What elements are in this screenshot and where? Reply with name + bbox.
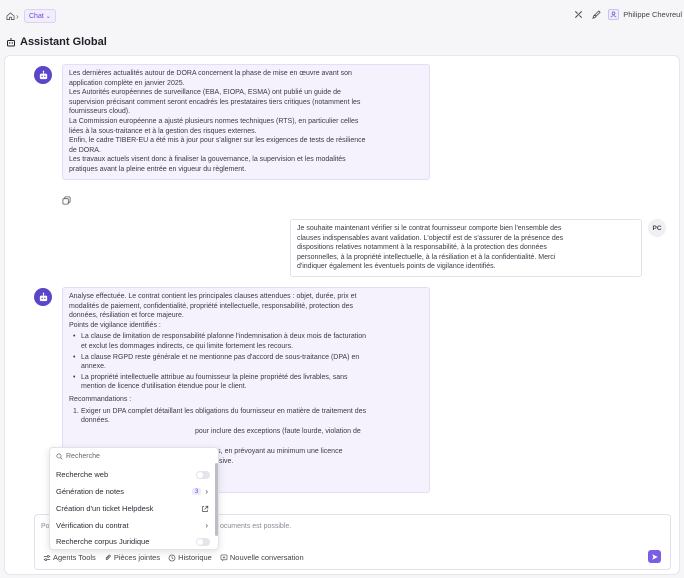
menu-item-notes[interactable]: Génération de notes 3 › — [56, 484, 214, 499]
history-button[interactable]: Historique — [168, 553, 212, 562]
tools-icon[interactable] — [572, 8, 584, 20]
send-button[interactable] — [648, 550, 661, 563]
sliders-icon — [43, 554, 51, 561]
message-line: supervision précisant comment seront enc… — [69, 98, 361, 106]
message-line: fournisseurs cloud). — [69, 108, 131, 116]
reco-item: 1. Exiger un DPA complet détaillant les o… — [73, 407, 423, 426]
menu-item-helpdesk[interactable]: Création d'un ticket Helpdesk — [56, 501, 214, 516]
reco-number: 1. — [73, 407, 79, 415]
user-menu[interactable]: Philippe Chevreul — [608, 8, 684, 20]
menu-search-placeholder: Recherche — [66, 453, 100, 460]
vigilance-line: et exclut les dommages indirects, ce qui… — [81, 342, 294, 350]
chevron-down-icon: ⌄ — [45, 13, 51, 20]
user-avatar: PC — [648, 219, 666, 237]
vigilance-line: annexe. — [81, 363, 106, 371]
page-title: Assistant Global — [20, 36, 107, 48]
message-line: Les travaux actuels visent donc à finali… — [69, 156, 346, 164]
copy-icon[interactable] — [62, 196, 71, 205]
agents-tools-label: Agents Tools — [53, 553, 96, 562]
reco-item-2-partial: pour inclure des exceptions (faute lourd… — [195, 427, 361, 435]
page-title-row: Assistant Global — [6, 36, 107, 48]
user-avatar-icon — [608, 8, 620, 20]
new-conversation-label: Nouvelle conversation — [229, 553, 304, 562]
menu-item-label: Recherche web — [56, 470, 109, 479]
chevron-right-icon: › — [205, 521, 208, 530]
count-badge: 3 — [191, 488, 202, 495]
user-name: Philippe Chevreul — [623, 9, 682, 19]
menu-item-label: Vérification du contrat — [56, 521, 129, 530]
agents-tools-menu: Recherche Recherche web Génération de no… — [49, 447, 219, 550]
external-link-icon — [202, 505, 209, 512]
message-line: pratiques avant la pleine entrée en vigu… — [69, 165, 247, 173]
message-line: modalités de paiement, confidentialité, … — [69, 302, 354, 310]
chevron-right-icon: › — [205, 487, 208, 496]
reco-title: Recommandations : — [69, 395, 132, 403]
menu-item-label: Recherche corpus Juridique — [56, 537, 150, 546]
menu-item-label: Création d'un ticket Helpdesk — [56, 504, 154, 513]
history-icon — [168, 554, 176, 561]
vigilance-item: La clause RGPD reste générale et ne ment… — [73, 353, 423, 372]
message-line: données, résiliation et force majeure. — [69, 312, 184, 320]
vigilance-line: La clause de limitation de responsabilit… — [81, 333, 367, 341]
composer-placeholder-end: ocuments est possible. — [220, 523, 292, 530]
message-line: application complète en janvier 2025. — [69, 79, 185, 87]
brush-icon[interactable] — [590, 8, 602, 20]
search-icon — [56, 453, 63, 460]
home-icon[interactable] — [6, 12, 15, 20]
user-message: Je souhaite maintenant vérifier si le co… — [290, 219, 642, 277]
attachments-label: Pièces jointes — [113, 553, 161, 562]
message-line: clauses indispensables avant validation.… — [297, 234, 564, 242]
reco-list: 1. Exiger un DPA complet détaillant les o… — [73, 407, 423, 426]
bot-avatar — [34, 66, 52, 84]
message-line: liées à la sous-traitance et à la gestio… — [69, 127, 257, 135]
message-line: Analyse effectuée. Le contrat contient l… — [69, 293, 357, 300]
bot-message-1: Les dernières actualités autour de DORA … — [62, 64, 430, 180]
message-line: La Commission européenne a ajusté plusie… — [69, 117, 359, 125]
vigilance-list: La clause de limitation de responsabilit… — [73, 332, 423, 392]
message-line: Les dernières actualités autour de DORA … — [69, 70, 352, 77]
agents-tools-button[interactable]: Agents Tools — [43, 553, 96, 562]
menu-item-web-search[interactable]: Recherche web — [56, 467, 214, 482]
vigilance-item: La propriété intellectuelle attribue au … — [73, 373, 423, 392]
menu-item-label: Génération de notes — [56, 487, 124, 496]
breadcrumb-chat-select[interactable]: Chat ⌄ — [24, 9, 56, 23]
header-actions: Philippe Chevreul — [572, 8, 684, 20]
vigilance-item: La clause de limitation de responsabilit… — [73, 332, 423, 351]
vigilance-line: La propriété intellectuelle attribue au … — [81, 373, 348, 381]
analysis-intro: Analyse effectuée. Le contrat contient l… — [69, 292, 423, 321]
paperclip-icon — [105, 554, 111, 560]
robot-icon — [39, 70, 47, 79]
menu-search[interactable]: Recherche — [56, 453, 100, 460]
reco-line: données. — [81, 417, 110, 425]
message-line: Enfin, le cadre TIBER-EU a été mis à jou… — [69, 137, 366, 145]
message-line: Les Autorités européennes de surveillanc… — [69, 89, 341, 97]
composer-toolbar: Agents Tools Pièces jointes Historique N… — [43, 553, 304, 562]
message-line: Je souhaite maintenant vérifier si le co… — [297, 225, 562, 232]
reco-line: Exiger un DPA complet détaillant les obl… — [81, 407, 367, 415]
message-line: dispositions relatives notamment à la re… — [297, 244, 547, 252]
new-conversation-button[interactable]: Nouvelle conversation — [220, 553, 304, 562]
attachments-button[interactable]: Pièces jointes — [104, 553, 160, 562]
robot-icon — [39, 292, 47, 301]
assistant-icon — [7, 38, 15, 47]
history-label: Historique — [178, 553, 212, 562]
message-line: d'indiquer également les éventuels point… — [297, 263, 496, 271]
web-search-toggle[interactable] — [196, 470, 210, 479]
vigilance-title: Points de vigilance identifiés : — [69, 321, 161, 329]
top-bar: › Chat ⌄ Philippe Chevreul — [0, 0, 684, 30]
menu-scrollbar[interactable] — [215, 463, 218, 536]
chevron-right-icon: › — [16, 12, 19, 21]
menu-item-contract-check[interactable]: Vérification du contrat › — [56, 518, 214, 533]
bot-avatar — [34, 288, 52, 306]
vigilance-line: La clause RGPD reste générale et ne ment… — [81, 353, 360, 361]
breadcrumb-current: Chat — [29, 12, 44, 20]
legal-corpus-toggle[interactable] — [196, 537, 210, 546]
message-line: de DORA. — [69, 146, 101, 154]
send-icon — [651, 553, 658, 560]
new-chat-icon — [220, 554, 228, 561]
message-line: personnelles, à la propriété intellectue… — [297, 253, 556, 261]
menu-item-legal-corpus[interactable]: Recherche corpus Juridique — [56, 534, 214, 549]
vigilance-line: mention de licence d'utilisation étendue… — [81, 383, 247, 391]
